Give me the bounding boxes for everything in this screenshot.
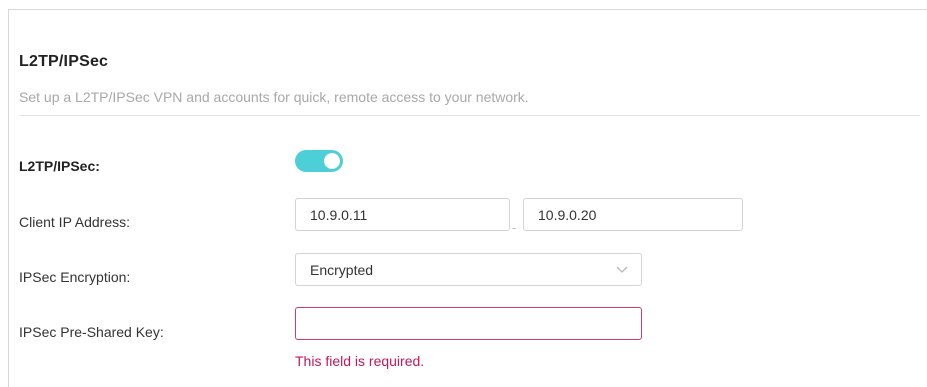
encryption-label: IPSec Encryption: <box>19 269 131 285</box>
section-title: L2TP/IPSec <box>19 53 109 70</box>
client-ip-start-input[interactable] <box>295 198 510 231</box>
toggle-knob <box>324 153 340 169</box>
l2tp-ipsec-panel: L2TP/IPSec Set up a L2TP/IPSec VPN and a… <box>8 9 927 387</box>
ip-range-separator: - <box>512 220 517 235</box>
psk-label: IPSec Pre-Shared Key: <box>19 324 164 340</box>
enable-label: L2TP/IPSec: <box>19 158 100 174</box>
client-ip-end-input[interactable] <box>523 198 743 231</box>
encryption-selected-value: Encrypted <box>310 262 374 278</box>
psk-input[interactable] <box>295 307 642 340</box>
enable-toggle[interactable] <box>295 150 343 172</box>
psk-error-message: This field is required. <box>295 353 425 369</box>
client-ip-label: Client IP Address: <box>19 214 131 230</box>
chevron-down-icon <box>616 266 628 273</box>
section-divider <box>19 115 920 116</box>
section-description: Set up a L2TP/IPSec VPN and accounts for… <box>19 89 529 105</box>
encryption-select[interactable]: Encrypted <box>295 253 642 286</box>
